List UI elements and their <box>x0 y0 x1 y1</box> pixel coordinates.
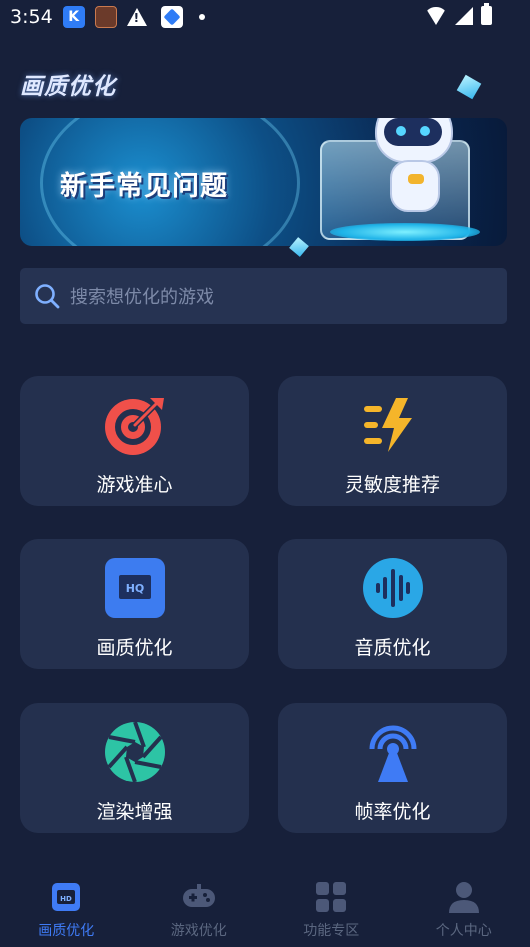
bottom-nav: HD 画质优化 游戏优化 功能专区 个人中心 <box>0 868 530 947</box>
status-time: 3:54 <box>10 6 53 28</box>
status-bar: 3:54 K <box>0 0 530 34</box>
feature-label: 渲染增强 <box>96 801 173 823</box>
feature-card-render[interactable]: 渲染增强 <box>20 703 249 833</box>
warning-icon <box>126 8 147 26</box>
search-placeholder: 搜索想优化的游戏 <box>70 287 214 308</box>
signal-tower-icon <box>362 721 424 783</box>
nav-item-graphics[interactable]: HD 画质优化 <box>0 868 133 947</box>
robot-eye <box>420 126 430 136</box>
lightning-icon <box>362 394 424 456</box>
page-title: 画质优化 <box>20 74 116 100</box>
app-thumbnail-icon <box>94 6 117 28</box>
feature-card-audio[interactable]: 音质优化 <box>278 539 507 669</box>
robot-eye <box>396 126 406 136</box>
cell-signal-icon <box>455 6 473 25</box>
feature-label: 灵敏度推荐 <box>344 474 440 496</box>
robot-badge <box>408 174 424 184</box>
svg-text:HD: HD <box>60 895 72 903</box>
svg-text:HQ: HQ <box>126 582 145 595</box>
hd-icon: HD <box>49 880 83 914</box>
banner-text: 新手常见问题 <box>60 171 228 202</box>
feature-card-framerate[interactable]: 帧率优化 <box>278 703 507 833</box>
hd-icon: HQ <box>104 557 166 619</box>
status-right <box>425 3 492 25</box>
glow-platform <box>330 223 480 241</box>
banner[interactable]: 新手常见问题 <box>20 118 507 246</box>
nav-label: 游戏优化 <box>170 923 227 939</box>
crosshair-target-icon <box>104 394 166 456</box>
nav-label: 画质优化 <box>38 923 95 939</box>
wifi-icon <box>425 6 447 25</box>
search-input[interactable]: 搜索想优化的游戏 <box>20 268 507 324</box>
search-icon <box>34 283 60 309</box>
aperture-icon <box>104 721 166 783</box>
nav-label: 功能专区 <box>303 923 360 939</box>
layers-app-icon <box>160 6 183 28</box>
feature-card-crosshair[interactable]: 游戏准心 <box>20 376 249 506</box>
app-k-icon: K <box>62 6 85 28</box>
sound-wave-icon <box>362 557 424 619</box>
crystal-icon <box>456 74 482 100</box>
feature-card-sensitivity[interactable]: 灵敏度推荐 <box>278 376 507 506</box>
gamepad-icon <box>182 880 216 914</box>
nav-label: 个人中心 <box>435 923 492 939</box>
feature-label: 游戏准心 <box>96 474 173 496</box>
nav-item-features[interactable]: 功能专区 <box>265 868 398 947</box>
notification-dot-icon <box>198 14 205 20</box>
nav-item-profile[interactable]: 个人中心 <box>398 868 530 947</box>
nav-item-game-optimize[interactable]: 游戏优化 <box>133 868 266 947</box>
feature-label: 画质优化 <box>96 637 173 659</box>
robot-body-illustration <box>390 160 440 212</box>
person-icon <box>447 880 481 914</box>
grid-icon <box>314 880 348 914</box>
feature-card-graphics[interactable]: HQ 画质优化 <box>20 539 249 669</box>
robot-visor <box>384 118 442 146</box>
feature-label: 音质优化 <box>354 637 431 659</box>
feature-label: 帧率优化 <box>354 801 431 823</box>
battery-icon <box>481 3 492 25</box>
